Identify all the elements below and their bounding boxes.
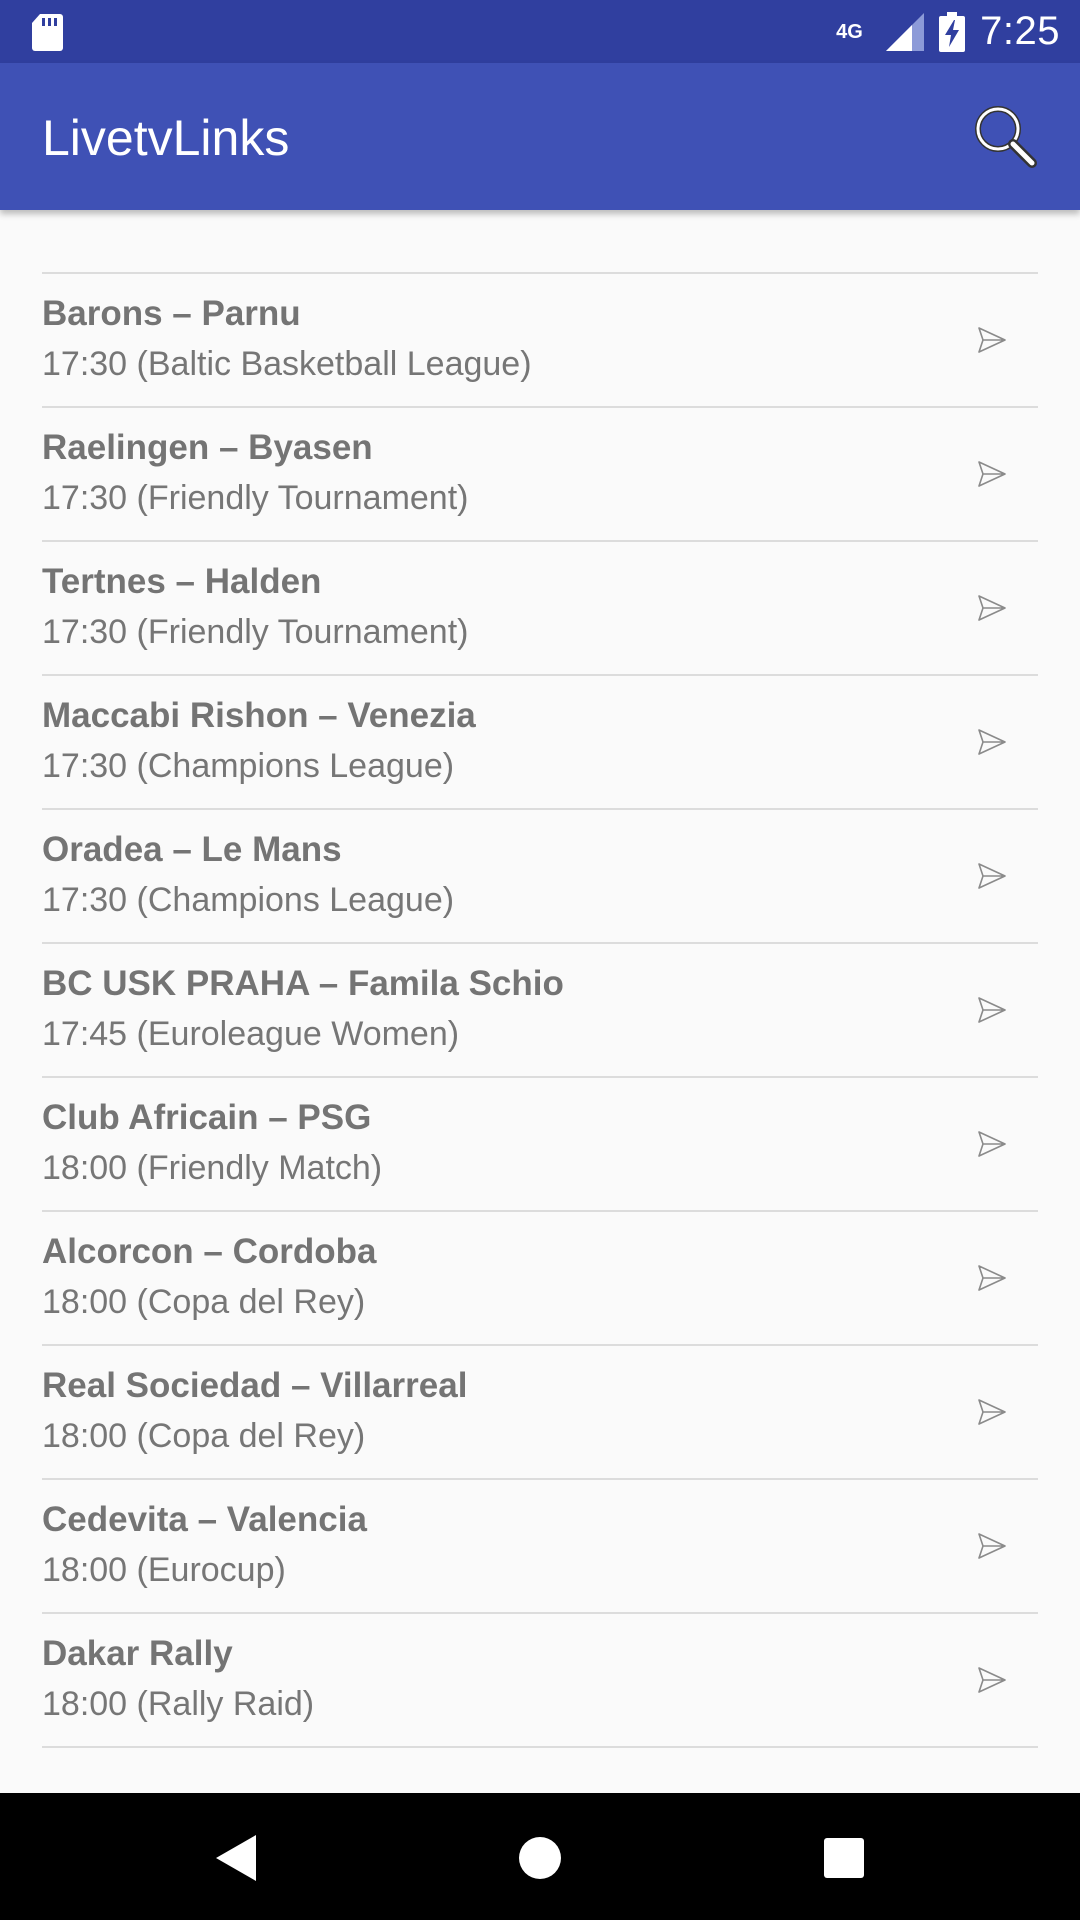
match-title: Tertnes – Halden: [42, 562, 322, 601]
match-title: Real Sociedad – Villarreal: [42, 1366, 468, 1405]
list-item[interactable]: BC USK PRAHA – Famila Schio 17:45 (Eurole…: [42, 944, 1038, 1078]
list-item[interactable]: Cedevita – Valencia 18:00 (Eurocup): [42, 1480, 1038, 1614]
match-time-league: 17:30 (Champions League): [42, 881, 455, 919]
navigation-bar: [0, 1793, 1080, 1920]
send-icon[interactable]: [976, 1128, 1008, 1160]
signal-icon: 4G: [836, 11, 925, 53]
match-time-league: 17:30 (Champions League): [42, 747, 455, 785]
match-time-league: 18:00 (Copa del Rey): [42, 1283, 366, 1321]
send-icon[interactable]: [976, 994, 1008, 1026]
match-time-league: 18:00 (Friendly Match): [42, 1149, 383, 1187]
match-time-league: 18:00 (Rally Raid): [42, 1685, 315, 1723]
app-bar: LivetvLinks: [0, 63, 1080, 210]
list-item[interactable]: Alcorcon – Cordoba 18:00 (Copa del Rey): [42, 1212, 1038, 1346]
send-icon[interactable]: [976, 1396, 1008, 1428]
list-item[interactable]: Tertnes – Halden 17:30 (Friendly Tourname…: [42, 542, 1038, 676]
match-time-league: 17:45 (Euroleague Women): [42, 1015, 460, 1053]
send-icon[interactable]: [976, 1664, 1008, 1696]
list-item[interactable]: Dakar Rally 18:00 (Rally Raid): [42, 1614, 1038, 1748]
list-item[interactable]: Club Africain – PSG 18:00 (Friendly Match…: [42, 1078, 1038, 1212]
match-title: Barons – Parnu: [42, 294, 301, 333]
app-title: LivetvLinks: [42, 110, 290, 166]
match-time-league: 17:30 (Friendly Tournament): [42, 479, 469, 517]
send-icon[interactable]: [976, 1530, 1008, 1562]
sd-card-icon: [32, 14, 63, 51]
match-time-league: 17:30 (Baltic Basketball League): [42, 345, 532, 383]
send-icon[interactable]: [976, 860, 1008, 892]
match-time-league: 18:00 (Copa del Rey): [42, 1417, 366, 1455]
list-item[interactable]: Real Sociedad – Villarreal 18:00 (Copa de…: [42, 1346, 1038, 1480]
status-bar: 4G 7:25: [0, 0, 1080, 63]
search-icon[interactable]: [970, 101, 1040, 171]
send-icon[interactable]: [976, 1262, 1008, 1294]
match-title: Maccabi Rishon – Venezia: [42, 696, 476, 735]
list-item[interactable]: Oradea – Le Mans 17:30 (Champions League): [42, 810, 1038, 944]
match-list[interactable]: Barons – Parnu 17:30 (Baltic Basketball L…: [0, 210, 1080, 1793]
match-time-league: 18:00 (Eurocup): [42, 1551, 286, 1589]
recents-icon[interactable]: [809, 1823, 879, 1893]
list-item[interactable]: Barons – Parnu 17:30 (Baltic Basketball L…: [42, 274, 1038, 408]
send-icon[interactable]: [976, 592, 1008, 624]
send-icon[interactable]: [976, 458, 1008, 490]
send-icon[interactable]: [976, 324, 1008, 356]
home-icon[interactable]: [505, 1823, 575, 1893]
match-title: Dakar Rally: [42, 1634, 233, 1673]
match-title: Cedevita – Valencia: [42, 1500, 367, 1539]
list-item[interactable]: Raelingen – Byasen 17:30 (Friendly Tourna…: [42, 408, 1038, 542]
match-title: Oradea – Le Mans: [42, 830, 342, 869]
network-type-label: 4G: [836, 20, 863, 43]
list-item[interactable]: Maccabi Rishon – Venezia 17:30 (Champions…: [42, 676, 1038, 810]
battery-charging-icon: [939, 11, 966, 52]
match-time-league: 17:30 (Friendly Tournament): [42, 613, 469, 651]
match-title: Club Africain – PSG: [42, 1098, 372, 1137]
send-icon[interactable]: [976, 726, 1008, 758]
list-item-partial[interactable]: [42, 210, 1038, 274]
match-title: Raelingen – Byasen: [42, 428, 373, 467]
match-title: Alcorcon – Cordoba: [42, 1232, 377, 1271]
match-title: BC USK PRAHA – Famila Schio: [42, 964, 564, 1003]
status-time: 7:25: [980, 9, 1060, 53]
back-icon[interactable]: [202, 1823, 272, 1893]
